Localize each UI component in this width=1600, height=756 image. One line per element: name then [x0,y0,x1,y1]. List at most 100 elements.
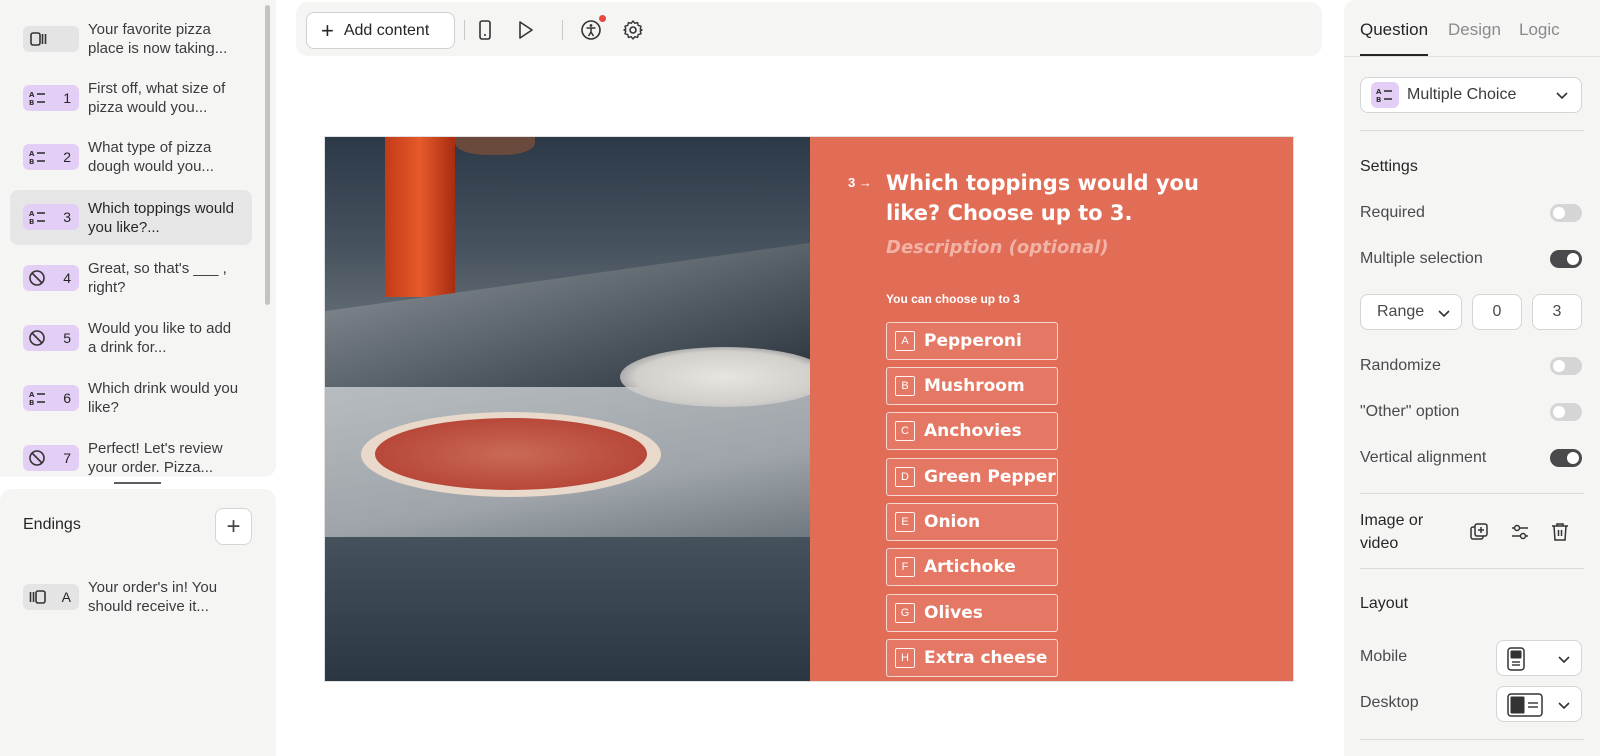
question-type-select[interactable]: AB Multiple Choice [1360,77,1582,113]
choice-option[interactable]: C Anchovies [886,412,1058,450]
question-item-text: What type of pizza dough would you... [88,139,214,175]
question-settings-panel: Question Design Logic AB Multiple Choice… [1344,0,1600,756]
endings-panel: Endings + A Your order's in! You should … [0,489,276,756]
question-title[interactable]: Which toppings would you like? Choose up… [886,168,1226,228]
other-option-toggle[interactable] [1550,403,1582,421]
question-badge: AB 1 [23,85,79,111]
question-item-2[interactable]: AB 2 What type of pizza dough would you.… [10,129,252,184]
question-description[interactable]: Description (optional) [886,237,1109,258]
layout-heading: Layout [1360,595,1409,612]
section-divider [1360,568,1584,569]
toolbar-divider [562,20,563,40]
choice-option[interactable]: H Extra cheese [886,639,1058,677]
tab-design[interactable]: Design [1448,20,1501,40]
tab-question[interactable]: Question [1360,20,1428,40]
ending-item-a[interactable]: A Your order's in! You should receive it… [10,569,252,624]
question-list-panel: Your favorite pizza place is now taking.… [0,0,276,477]
question-badge: AB 2 [23,144,79,170]
section-divider [1360,493,1584,494]
choice-option[interactable]: D Green Pepper [886,458,1058,496]
choice-option[interactable]: F Artichoke [886,548,1058,586]
desktop-layout-select[interactable] [1496,686,1582,722]
multiple-selection-toggle[interactable] [1550,250,1582,268]
section-divider [1360,739,1584,740]
question-item-1[interactable]: AB 1 First off, what size of pizza would… [10,70,252,125]
range-select[interactable]: Range [1360,294,1462,330]
question-number: 3 [63,209,71,225]
trash-icon[interactable] [1549,521,1571,543]
choice-option[interactable]: G Olives [886,594,1058,632]
question-item-5[interactable]: 5 Would you like to add a drink for... [10,310,252,365]
question-badge: AB 6 [23,385,79,411]
vertical-alignment-toggle[interactable] [1550,449,1582,467]
chevron-down-icon [1438,310,1450,318]
welcome-screen-icon [30,32,47,46]
ending-letter: A [61,589,71,605]
question-item-text: Your favorite pizza place is now taking.… [88,21,228,57]
question-number: 6 [63,390,71,406]
add-media-icon[interactable] [1468,521,1490,543]
multiple-choice-icon: AB [29,150,45,166]
play-icon[interactable] [514,19,536,41]
plus-icon: + [321,17,334,43]
yes-no-icon [29,450,45,466]
question-badge: AB 3 [23,204,79,230]
photo-pizza-sauce [375,418,647,490]
choice-key: D [895,467,915,487]
svg-text:B: B [29,158,34,166]
desktop-layout-icon [1507,693,1543,717]
ending-item-text: Your order's in! You should receive it..… [88,579,218,615]
choice-label: Mushroom [924,376,1025,396]
add-ending-button[interactable]: + [215,508,252,545]
randomize-label: Randomize [1360,357,1441,374]
range-max-input[interactable]: 3 [1532,294,1582,330]
mobile-layout-label: Mobile [1360,648,1408,665]
accessibility-icon[interactable] [580,19,602,41]
svg-text:A: A [29,391,35,399]
multiple-choice-icon: AB [1376,88,1392,104]
range-min-input[interactable]: 0 [1472,294,1522,330]
svg-text:B: B [29,399,34,407]
randomize-toggle[interactable] [1550,357,1582,375]
question-badge: 7 [23,445,79,471]
photo-cabinet [325,537,810,681]
svg-text:A: A [1376,88,1382,96]
choice-key: E [895,512,915,532]
chevron-down-icon [1558,656,1570,664]
question-index-number: 3 [848,175,856,190]
pizza-photo [325,137,810,681]
question-item-text: Which drink would you like? [88,380,239,416]
adjust-media-icon[interactable] [1509,521,1531,543]
mobile-preview-icon[interactable] [474,19,496,41]
choice-option[interactable]: E Onion [886,503,1058,541]
add-content-button[interactable]: + Add content [306,12,455,49]
welcome-screen-badge [23,26,79,52]
question-preview-canvas[interactable]: 3 → Which toppings would you like? Choos… [324,136,1294,682]
question-item-text: Perfect! Let's review your order. Pizza.… [88,440,223,476]
multiple-selection-label: Multiple selection [1360,250,1483,267]
choice-option[interactable]: A Pepperoni [886,322,1058,360]
question-item-4[interactable]: 4 Great, so that's ___ , right? [10,250,252,305]
question-item-text: Which toppings would you like?... [88,200,234,236]
question-content-area: 3 → Which toppings would you like? Choos… [810,137,1293,681]
multiple-choice-icon: AB [29,91,45,107]
question-item-3[interactable]: AB 3 Which toppings would you like?... [10,190,252,245]
settings-gear-icon[interactable] [622,19,644,41]
required-toggle[interactable] [1550,204,1582,222]
question-list-scrollbar[interactable] [265,5,270,305]
choice-label: Onion [924,512,981,532]
choice-key: F [895,557,915,577]
list-scroll-indicator [114,482,161,484]
chevron-down-icon [1558,702,1570,710]
mobile-layout-select[interactable] [1496,640,1582,676]
svg-text:A: A [29,210,35,218]
choice-label: Artichoke [924,557,1016,577]
question-item-welcome[interactable]: Your favorite pizza place is now taking.… [10,11,252,66]
question-item-7[interactable]: 7 Perfect! Let's review your order. Pizz… [10,430,252,477]
active-tab-indicator [1360,54,1428,56]
tab-logic[interactable]: Logic [1519,20,1560,40]
photo-orange-wall [385,137,455,297]
question-item-6[interactable]: AB 6 Which drink would you like? [10,370,252,425]
choice-option[interactable]: B Mushroom [886,367,1058,405]
add-content-label: Add content [343,21,430,39]
